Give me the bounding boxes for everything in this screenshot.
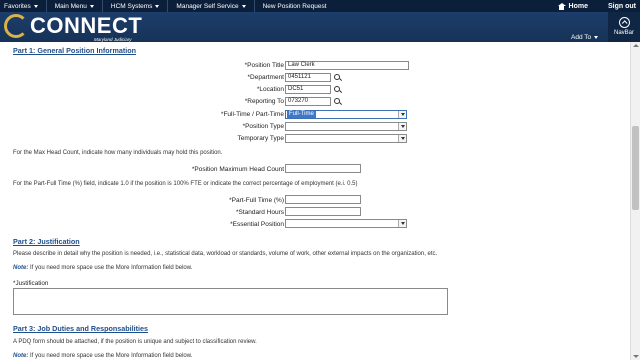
favorites-menu[interactable]: Favorites (4, 3, 46, 10)
logo-text: CONNECT (30, 13, 143, 38)
max-head-count-label: *Position Maximum Head Count (191, 166, 284, 173)
temporary-type-select[interactable] (285, 134, 407, 143)
location-label: *Location (256, 86, 284, 93)
main-menu-label: Main Menu (54, 2, 87, 10)
chevron-down-icon (398, 123, 406, 130)
department-label: *Department (247, 74, 285, 81)
topbar-right: Home Sign out (557, 0, 636, 12)
top-menu-bar: Favorites Main Menu HCM Systems Manager … (0, 0, 640, 12)
reporting-to-search-icon[interactable] (334, 98, 342, 106)
main-menu[interactable]: Main Menu (55, 3, 102, 10)
connect-logo[interactable]: CONNECT Maryland Judiciary (4, 13, 143, 42)
fulltime-parttime-select[interactable]: Full-Time (285, 110, 407, 119)
essential-position-label: *Essential Position (230, 221, 284, 228)
breadcrumb-current[interactable]: New Position Request (263, 3, 335, 10)
chevron-down-icon (398, 135, 406, 142)
part2-heading: Part 2: Justification (13, 237, 80, 246)
head-count-note: For the Max Head Count, indicate how man… (13, 150, 223, 156)
max-head-count-field[interactable] (285, 164, 361, 173)
essential-position-select[interactable] (285, 219, 407, 228)
scroll-down-icon[interactable] (633, 355, 639, 358)
menu-list: Favorites Main Menu HCM Systems Manager … (0, 0, 335, 12)
home-link[interactable]: Home (557, 2, 588, 10)
logo-mark-icon (4, 14, 28, 38)
position-title-field[interactable]: Law Clerk (285, 61, 409, 70)
part3-heading: Part 3: Job Duties and Responsabilities (13, 324, 148, 333)
signout-link[interactable]: Sign out (608, 3, 636, 10)
hcm-systems-menu-label: HCM Systems (110, 2, 153, 10)
position-type-label: *Position Type (242, 123, 284, 130)
chevron-down-icon (89, 4, 94, 8)
fte-note: For the Part-Full Time (%) field, indica… (13, 181, 358, 187)
menu-divider (167, 0, 169, 12)
justification-label: *Justification (13, 280, 49, 287)
part1-heading: Part 1: General Position Information (13, 46, 137, 55)
standard-hours-label: *Standard Hours (235, 209, 284, 216)
location-search-icon[interactable] (334, 86, 342, 94)
add-to-button[interactable]: Add To (571, 34, 599, 41)
hcm-systems-menu[interactable]: HCM Systems (111, 3, 168, 10)
page-content: Part 1: General Position Information *Po… (0, 42, 630, 360)
vertical-scrollbar[interactable] (630, 42, 640, 360)
menu-divider (45, 0, 47, 12)
favorites-menu-label: Favorites (4, 2, 31, 10)
note-text: If you need more space use the More Info… (28, 353, 193, 359)
department-field[interactable]: 0451121 (285, 73, 331, 82)
manager-self-service-menu[interactable]: Manager Self Service (176, 3, 253, 10)
menu-divider (101, 0, 103, 12)
note-text: If you need more space use the More Info… (28, 265, 193, 271)
justification-description: Please describe in detail why the positi… (13, 251, 438, 257)
job-duties-note: Note: If you need more space use the Mor… (13, 353, 192, 359)
job-duties-description: A PDQ form should be attached, if the po… (13, 339, 257, 345)
position-type-select[interactable] (285, 122, 407, 131)
home-icon (557, 2, 566, 10)
manager-self-service-menu-label: Manager Self Service (176, 2, 239, 10)
department-search-icon[interactable] (334, 74, 342, 82)
note-prefix: Note: (13, 353, 29, 359)
location-field[interactable]: DC51 (285, 85, 331, 94)
reporting-to-label: *Reporting To (244, 98, 284, 105)
standard-hours-field[interactable] (285, 207, 361, 216)
chevron-down-icon (594, 36, 599, 39)
part-full-time-field[interactable] (285, 195, 361, 204)
home-label: Home (568, 2, 588, 10)
chevron-down-icon (33, 4, 38, 8)
menu-divider (253, 0, 255, 12)
chevron-down-icon (398, 111, 406, 118)
fulltime-parttime-value: Full-Time (287, 111, 316, 118)
app-header: CONNECT Maryland Judiciary Add To (0, 12, 640, 42)
navbar-button[interactable]: NavBar (608, 12, 640, 42)
navbar-label: NavBar (613, 30, 634, 36)
note-prefix: Note: (13, 265, 29, 271)
chevron-down-icon (155, 4, 160, 8)
justification-note: Note: If you need more space use the Mor… (13, 265, 192, 271)
temporary-type-label: Temporary Type (237, 135, 284, 142)
scrollbar-thumb[interactable] (632, 126, 639, 210)
justification-textarea[interactable] (13, 288, 448, 315)
position-title-label: *Position Title (244, 62, 284, 69)
chevron-down-icon (398, 220, 406, 227)
scroll-up-icon[interactable] (633, 44, 639, 47)
compass-icon (618, 17, 630, 28)
fulltime-parttime-label: *Full-Time / Part-Time (220, 111, 284, 118)
reporting-to-field[interactable]: 073270 (285, 97, 331, 106)
part-full-time-label: *Part-Full Time (%) (229, 197, 284, 204)
add-to-label: Add To (571, 34, 592, 41)
chevron-down-icon (241, 4, 246, 8)
